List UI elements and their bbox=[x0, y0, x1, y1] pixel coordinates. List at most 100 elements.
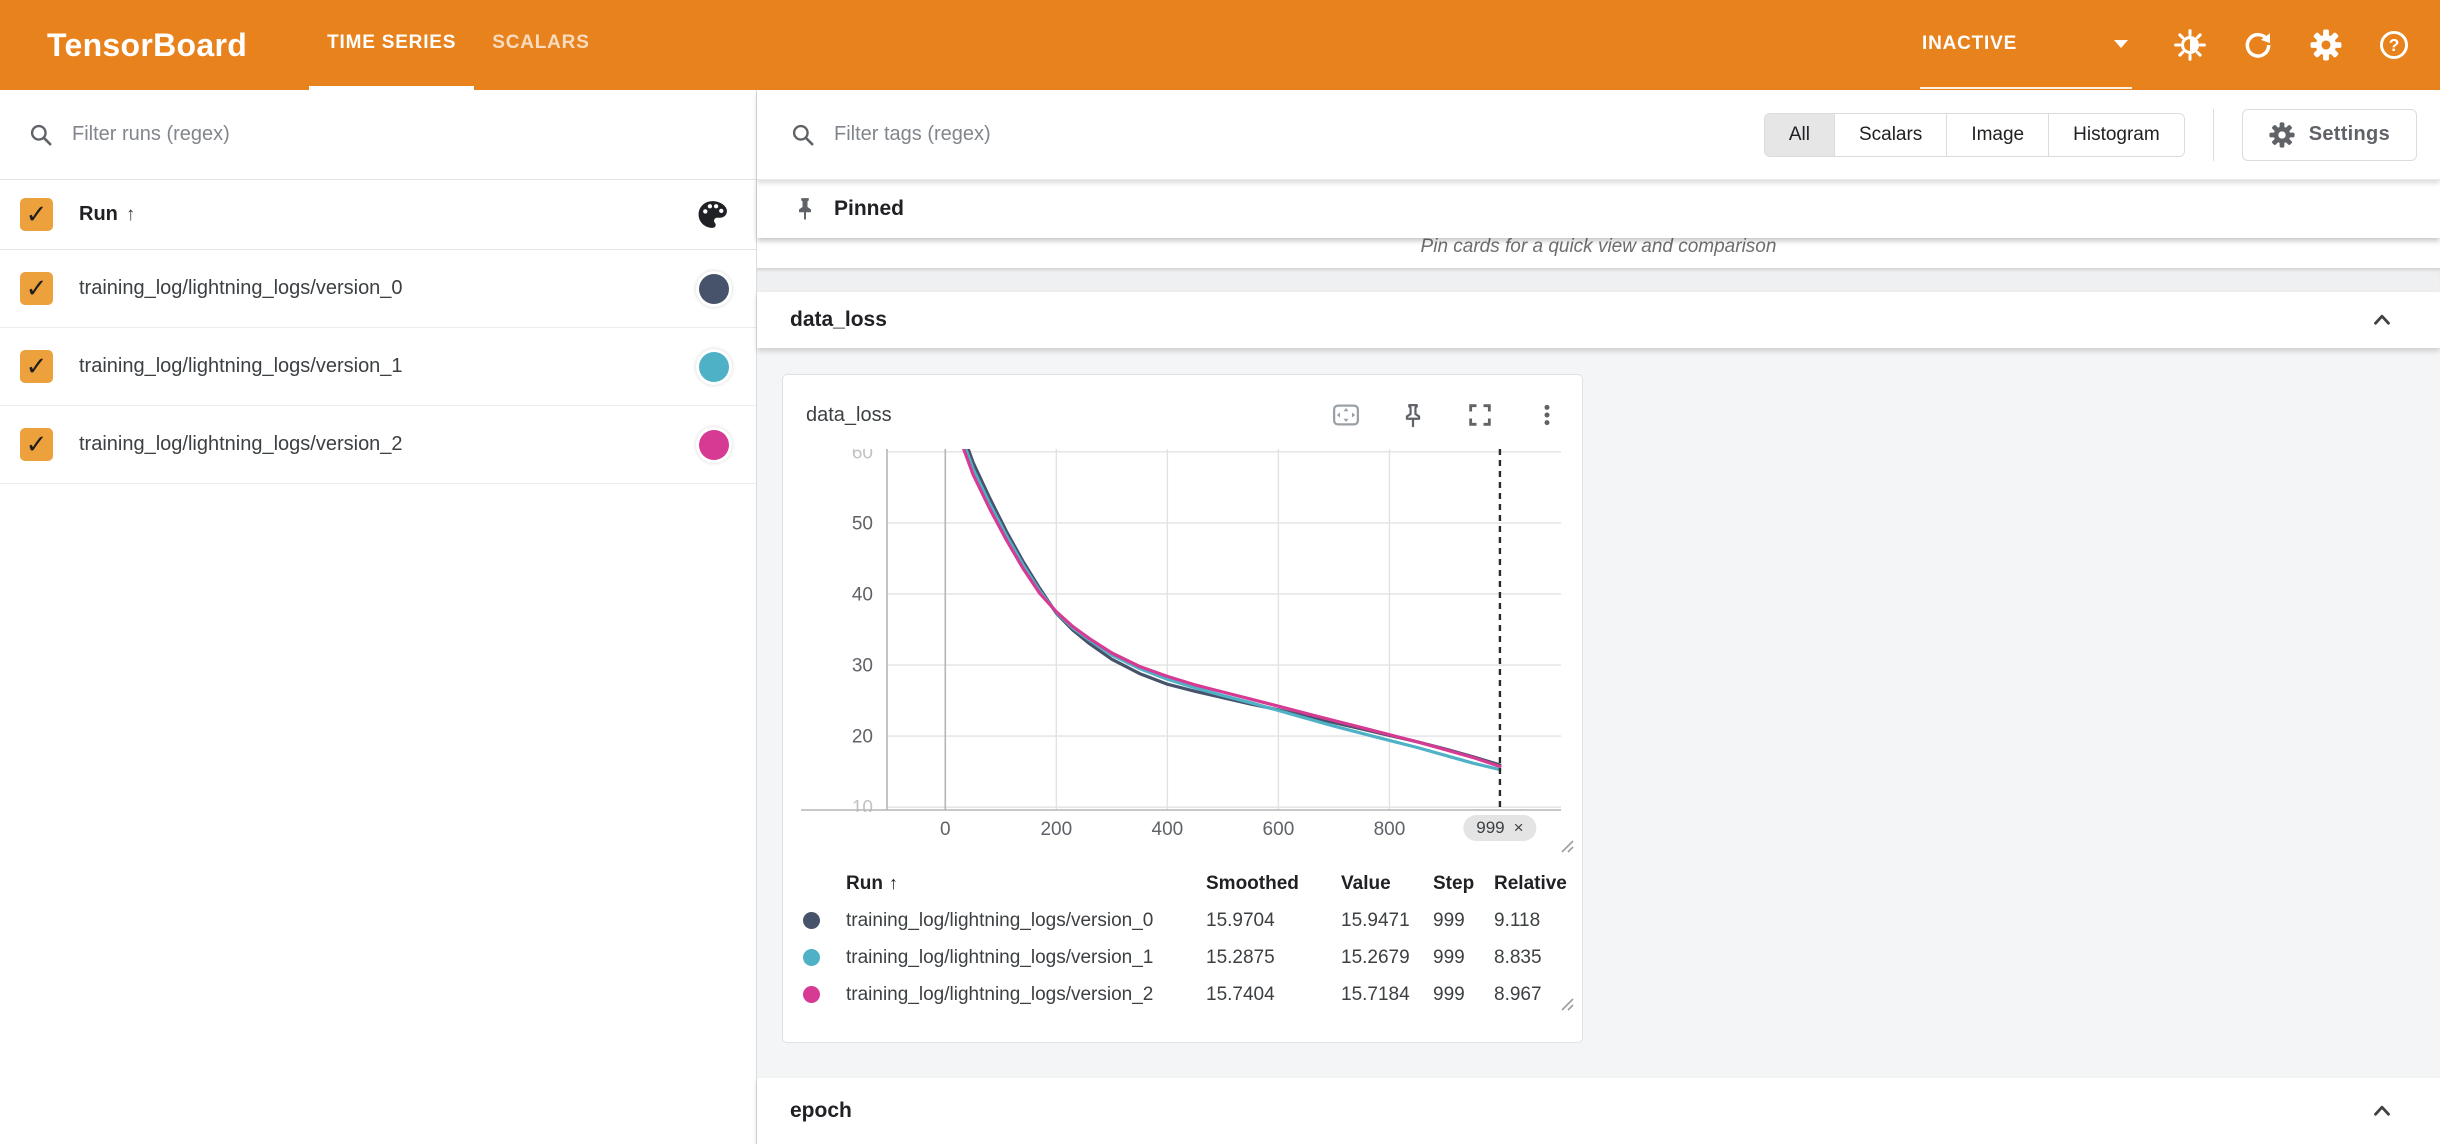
runs-sidebar: ✓ Run ↑ ✓ training_log/lightning_logs/ve… bbox=[0, 90, 757, 1144]
run-row-version-1[interactable]: ✓ training_log/lightning_logs/version_1 bbox=[0, 328, 756, 406]
col-relative: Relative bbox=[1494, 873, 1582, 895]
chevron-up-icon[interactable] bbox=[2369, 307, 2395, 333]
table-row[interactable]: training_log/lightning_logs/version_1 15… bbox=[783, 939, 1582, 976]
table-header-row: Run↑ Smoothed Value Step Relative bbox=[783, 866, 1582, 902]
pinned-section-header: Pinned bbox=[757, 180, 2440, 238]
run-checkbox[interactable]: ✓ bbox=[20, 272, 53, 305]
remove-step-icon[interactable]: × bbox=[1514, 818, 1524, 838]
svg-text:60: 60 bbox=[852, 449, 873, 463]
runs-column-label: Run bbox=[79, 203, 118, 226]
settings-button[interactable]: Settings bbox=[2242, 109, 2417, 161]
filter-histogram-button[interactable]: Histogram bbox=[2049, 114, 2184, 156]
run-row-version-0[interactable]: ✓ training_log/lightning_logs/version_0 bbox=[0, 250, 756, 328]
settings-button-header[interactable] bbox=[2310, 29, 2342, 61]
gear-icon bbox=[2269, 122, 2295, 148]
chevron-down-icon bbox=[2114, 40, 2128, 48]
main-tabs: TIME SERIES SCALARS bbox=[309, 0, 608, 90]
app-header: TensorBoard TIME SERIES SCALARS INACTIVE bbox=[0, 0, 2440, 90]
col-value: Value bbox=[1341, 873, 1433, 895]
status-label: INACTIVE bbox=[1922, 33, 2017, 55]
run-color-dot bbox=[699, 430, 729, 460]
run-color-dot bbox=[803, 912, 820, 929]
sort-asc-icon[interactable]: ↑ bbox=[126, 204, 136, 226]
refresh-icon bbox=[2242, 29, 2274, 61]
chart-resize-handle[interactable] bbox=[1558, 837, 1574, 853]
table-row[interactable]: training_log/lightning_logs/version_0 15… bbox=[783, 902, 1582, 939]
runs-table-header: ✓ Run ↑ bbox=[0, 180, 756, 250]
search-icon bbox=[28, 122, 54, 148]
tab-scalars[interactable]: SCALARS bbox=[474, 0, 607, 90]
tag-filter-input[interactable] bbox=[834, 123, 1764, 146]
run-values-table: Run↑ Smoothed Value Step Relative traini… bbox=[783, 866, 1582, 1013]
svg-text:40: 40 bbox=[852, 584, 873, 605]
help-icon: ? bbox=[2378, 29, 2410, 61]
run-row-version-2[interactable]: ✓ training_log/lightning_logs/version_2 bbox=[0, 406, 756, 484]
svg-text:50: 50 bbox=[852, 513, 873, 534]
run-color-dot bbox=[803, 986, 820, 1003]
tensorboard-app: TensorBoard TIME SERIES SCALARS INACTIVE bbox=[0, 0, 2440, 1144]
x-tick-label: 600 bbox=[1263, 819, 1295, 841]
selected-step-pill[interactable]: 999 × bbox=[1463, 815, 1536, 841]
table-resize-handle[interactable] bbox=[1558, 995, 1574, 1011]
filter-image-button[interactable]: Image bbox=[1947, 114, 2049, 156]
table-row[interactable]: training_log/lightning_logs/version_2 15… bbox=[783, 976, 1582, 1013]
search-icon bbox=[790, 122, 816, 148]
x-tick-label: 200 bbox=[1040, 819, 1072, 841]
reload-button[interactable] bbox=[2242, 29, 2274, 61]
svg-text:30: 30 bbox=[852, 656, 873, 677]
tag-filter-toolbar: All Scalars Image Histogram bbox=[757, 90, 2440, 180]
run-checkbox[interactable]: ✓ bbox=[20, 350, 53, 383]
fullscreen-icon bbox=[1466, 401, 1494, 429]
palette-icon[interactable] bbox=[696, 198, 729, 231]
brightness-icon bbox=[2174, 29, 2206, 61]
fit-to-data-icon bbox=[1331, 400, 1361, 430]
section-gap bbox=[757, 268, 2440, 292]
reload-status-select[interactable]: INACTIVE bbox=[1920, 0, 2132, 89]
pin-icon bbox=[1399, 401, 1427, 429]
section-header-epoch[interactable]: epoch bbox=[757, 1078, 2440, 1144]
pin-card-button[interactable] bbox=[1398, 400, 1428, 430]
filter-all-button[interactable]: All bbox=[1765, 114, 1835, 156]
sort-asc-icon[interactable]: ↑ bbox=[889, 873, 898, 893]
x-tick-label: 400 bbox=[1152, 819, 1184, 841]
line-chart[interactable]: 102030405060 999 × 0200400600800 bbox=[783, 449, 1582, 852]
cards-area: data_loss bbox=[757, 348, 2440, 1078]
main-panel: All Scalars Image Histogram bbox=[757, 90, 2440, 1144]
x-axis: 999 × 0 200 400 600 800 bbox=[783, 812, 1582, 852]
help-button[interactable]: ? bbox=[2378, 29, 2410, 61]
selected-step-value: 999 bbox=[1476, 818, 1504, 838]
plugin-filter-group: All Scalars Image Histogram bbox=[1764, 113, 2185, 157]
run-color-dot bbox=[699, 274, 729, 304]
col-run: Run↑ bbox=[846, 873, 1206, 895]
run-filter-row bbox=[0, 90, 756, 180]
pinned-empty-hint: Pin cards for a quick view and compariso… bbox=[1421, 238, 1777, 268]
filter-scalars-button[interactable]: Scalars bbox=[1835, 114, 1947, 156]
gear-icon bbox=[2310, 29, 2342, 61]
section-header-data-loss[interactable]: data_loss bbox=[757, 292, 2440, 348]
svg-text:?: ? bbox=[2389, 35, 2400, 55]
app-title: TensorBoard bbox=[0, 0, 247, 90]
card-menu-button[interactable] bbox=[1532, 400, 1562, 430]
run-color-dot bbox=[803, 949, 820, 966]
tab-time-series[interactable]: TIME SERIES bbox=[309, 0, 474, 90]
run-color-dot bbox=[699, 352, 729, 382]
scalar-card-data-loss: data_loss bbox=[782, 374, 1583, 1043]
chart-plot-area[interactable]: 102030405060 bbox=[801, 449, 1561, 812]
pinned-empty-hint-row: Pin cards for a quick view and compariso… bbox=[757, 238, 2440, 268]
pin-icon bbox=[792, 196, 818, 222]
x-tick-label: 800 bbox=[1374, 819, 1406, 841]
x-tick-label: 0 bbox=[940, 819, 951, 841]
chevron-up-icon[interactable] bbox=[2369, 1098, 2395, 1124]
run-checkbox[interactable]: ✓ bbox=[20, 428, 53, 461]
fit-to-data-button[interactable] bbox=[1331, 400, 1361, 430]
header-actions: INACTIVE bbox=[1920, 0, 2440, 90]
toolbar-divider bbox=[2213, 109, 2214, 161]
select-all-runs-checkbox[interactable]: ✓ bbox=[20, 198, 53, 231]
brightness-toggle-button[interactable] bbox=[2174, 29, 2206, 61]
run-filter-input[interactable] bbox=[72, 123, 732, 146]
col-smoothed: Smoothed bbox=[1206, 873, 1341, 895]
svg-text:20: 20 bbox=[852, 727, 873, 748]
col-step: Step bbox=[1433, 873, 1494, 895]
fullscreen-button[interactable] bbox=[1465, 400, 1495, 430]
more-vert-icon bbox=[1534, 402, 1560, 428]
